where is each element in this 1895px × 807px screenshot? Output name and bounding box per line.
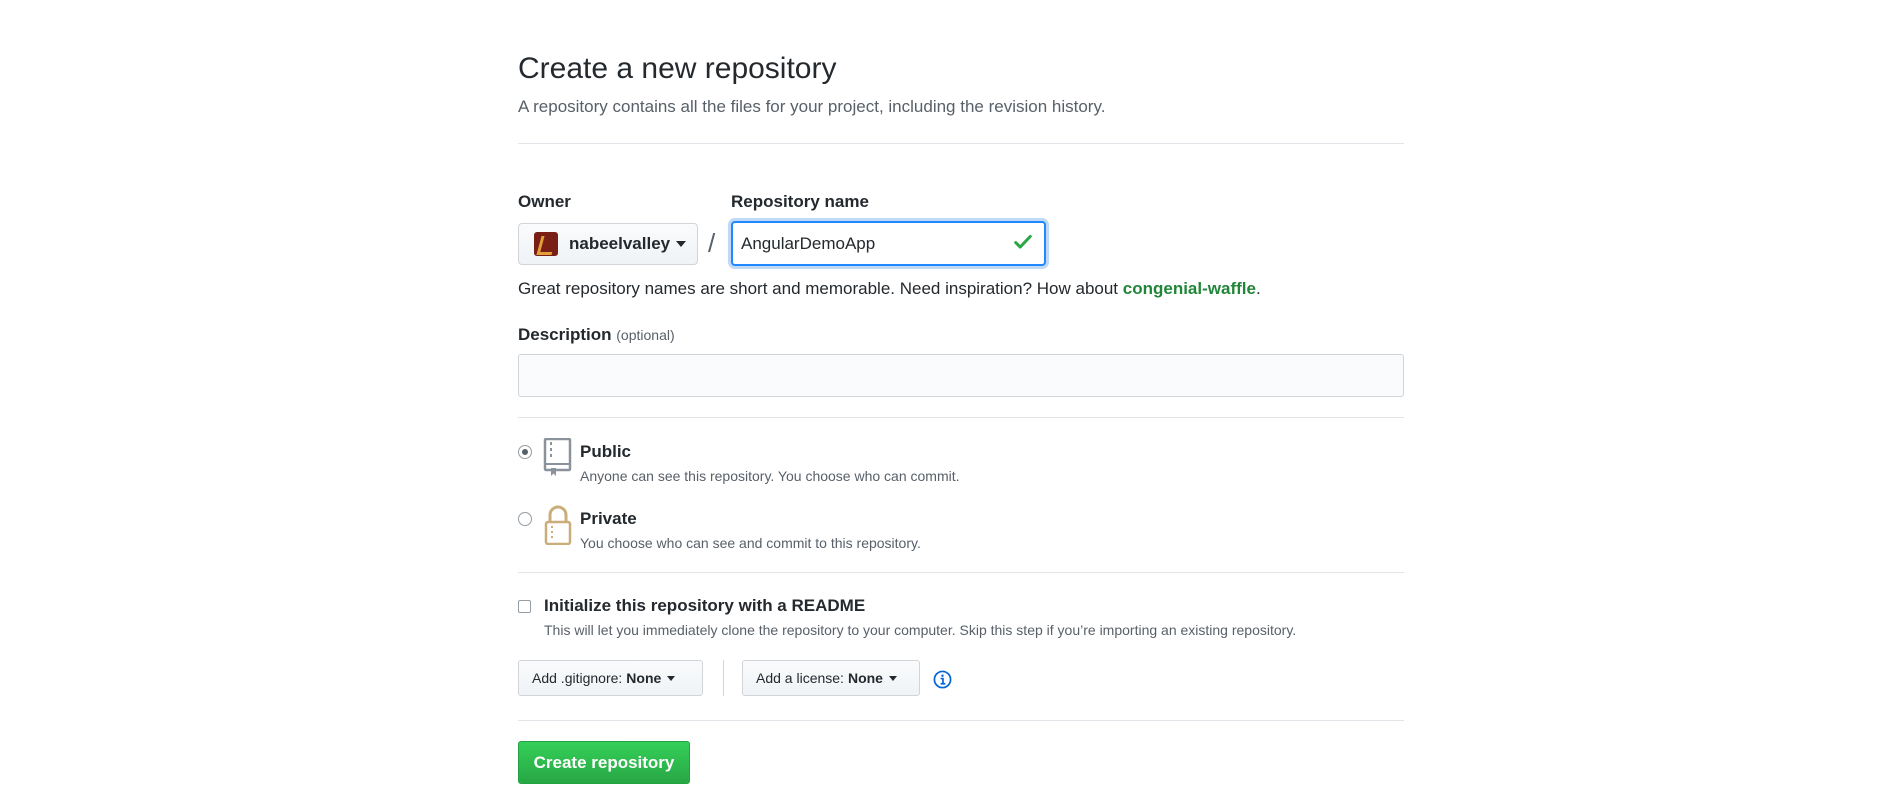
public-note: Anyone can see this repository. You choo… [580, 468, 960, 484]
chevron-down-icon [888, 675, 897, 681]
select-separator [723, 660, 724, 696]
public-radio[interactable] [518, 445, 532, 459]
description-label: Description (optional) [518, 325, 675, 345]
page-title: Create a new repository [518, 52, 837, 85]
owner-dropdown[interactable]: nabeelvalley [518, 223, 698, 265]
header-divider [518, 143, 1404, 144]
visibility-divider [518, 572, 1404, 573]
license-prefix: Add a license: [756, 670, 844, 686]
license-dropdown[interactable]: Add a license: None [742, 660, 920, 696]
readme-note: This will let you immediately clone the … [544, 622, 1297, 638]
check-icon [1014, 234, 1032, 249]
description-label-text: Description [518, 325, 612, 344]
repo-name-input[interactable] [741, 223, 1011, 264]
readme-checkbox[interactable] [518, 600, 531, 613]
info-icon[interactable] [933, 670, 952, 689]
description-input[interactable] [518, 354, 1404, 397]
private-label: Private [580, 509, 637, 528]
options-divider [518, 720, 1404, 721]
hint-suffix: . [1255, 279, 1261, 298]
owner-repo-separator: / [708, 228, 716, 258]
chevron-down-icon [676, 241, 687, 247]
owner-name: nabeelvalley [569, 234, 671, 253]
lock-icon [544, 505, 572, 545]
repo-book-icon [543, 438, 572, 476]
page: Create a new repository A repository con… [0, 0, 1895, 807]
description-divider [518, 417, 1404, 418]
optional-tag: (optional) [616, 327, 675, 343]
avatar-icon [534, 232, 558, 256]
repo-name-hint: Great repository names are short and mem… [518, 279, 1261, 299]
private-radio[interactable] [518, 512, 532, 526]
gitignore-prefix: Add .gitignore: [532, 670, 623, 686]
repo-name-label: Repository name [731, 192, 869, 211]
page-subtitle: A repository contains all the files for … [518, 97, 1106, 116]
license-value: None [847, 670, 883, 686]
gitignore-dropdown[interactable]: Add .gitignore: None [518, 660, 703, 696]
hint-text: Great repository names are short and mem… [518, 279, 1123, 298]
private-note: You choose who can see and commit to thi… [580, 535, 921, 551]
readme-label: Initialize this repository with a README [544, 596, 866, 615]
repo-name-field[interactable] [731, 221, 1046, 266]
public-label: Public [580, 442, 632, 461]
name-suggestion-link[interactable]: congenial-waffle [1123, 279, 1256, 298]
chevron-down-icon [667, 675, 676, 681]
gitignore-value: None [626, 670, 662, 686]
create-repository-button[interactable]: Create repository [518, 741, 690, 784]
owner-label: Owner [518, 192, 571, 211]
